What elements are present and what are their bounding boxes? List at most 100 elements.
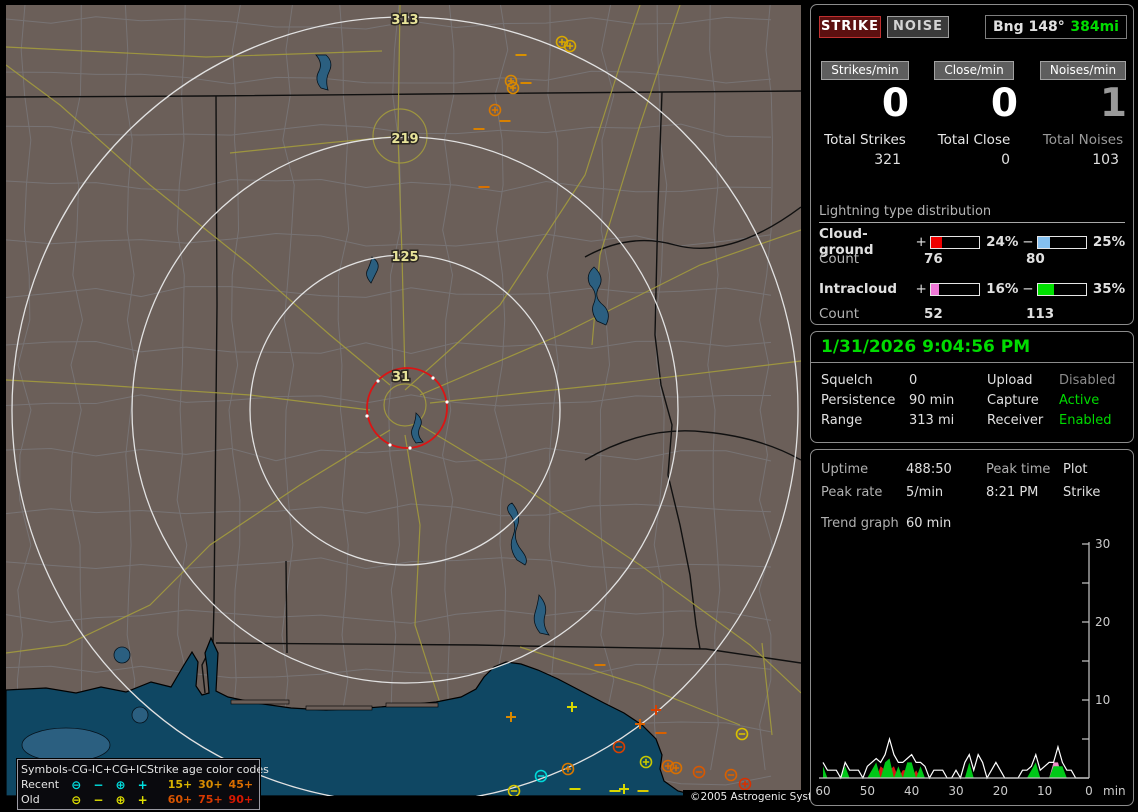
total-strikes-value: 321 (874, 152, 901, 168)
legend-row-old-label: Old (21, 793, 40, 806)
age-75: 75+ (198, 793, 223, 806)
svg-text:10: 10 (1095, 693, 1110, 707)
age-60: 60+ (167, 793, 193, 806)
svg-text:20: 20 (1095, 615, 1110, 629)
noises-per-min-counter: Noises/min 1 Total Noises 103 (1037, 61, 1129, 179)
ic-plus-count: 52 (924, 306, 943, 322)
svg-text:31: 31 (392, 370, 410, 385)
svg-text:50: 50 (860, 784, 875, 798)
plot-label: Plot (1063, 462, 1088, 477)
strikes-per-min-counter: Strikes/min 0 Total Strikes 321 (819, 61, 911, 179)
legend-col-ncg: -CG (67, 763, 88, 776)
legend-col-pcg: +CG (102, 763, 129, 776)
svg-text:60: 60 (815, 784, 830, 798)
svg-text:30: 30 (948, 784, 963, 798)
total-noises-value: 103 (1092, 152, 1119, 168)
upload-status: Disabled (1059, 373, 1116, 388)
datetime-display: 1/31/2026 9:04:56 PM (821, 337, 1031, 357)
total-strikes-label: Total Strikes (824, 132, 906, 148)
svg-text:30: 30 (1095, 538, 1110, 551)
symbol-legend: Symbols -CG -IC +CG +IC Strike age color… (16, 758, 269, 811)
trend-graph-label: Trend graph (821, 516, 899, 531)
legend-symbols-header: Symbols (21, 763, 68, 776)
uptime-value: 488:50 (906, 462, 952, 477)
svg-text:219: 219 (391, 132, 418, 147)
cloud-ground-count-row: Count 76 80 (819, 251, 1128, 267)
lightning-map[interactable]: 313 219 125 31 Symbols -CG -IC +CG +IC Stri… (6, 5, 842, 811)
total-noises-label: Total Noises (1042, 132, 1124, 148)
distribution-header: Lightning type distribution (819, 204, 1125, 223)
total-close-value: 0 (1001, 152, 1010, 168)
capture-label: Capture (987, 393, 1039, 408)
ic-minus-percent: 35% (1092, 281, 1126, 297)
cg-plus-count: 76 (924, 251, 943, 267)
intracloud-label: Intracloud (819, 281, 898, 297)
intracloud-count-row: Count 52 113 (819, 306, 1128, 322)
circle-plus-icon: ⊕ (115, 792, 126, 807)
squelch-label: Squelch (821, 373, 873, 388)
circle-minus-icon: ⊖ (71, 792, 82, 807)
svg-text:125: 125 (391, 250, 418, 265)
cg-plus-percent: 24% (986, 234, 1019, 250)
receiver-status: Enabled (1059, 413, 1112, 428)
trend-panel: Uptime 488:50 Peak time Plot Peak rate 5… (810, 449, 1134, 806)
uptime-label: Uptime (821, 462, 869, 477)
close-per-min-value: 0 (990, 81, 1018, 126)
noises-per-min-value: 1 (1099, 81, 1127, 126)
minus-sign: − (1022, 281, 1034, 297)
capture-status: Active (1059, 393, 1100, 408)
close-per-min-counter: Close/min 0 Total Close 0 (928, 61, 1020, 179)
ic-minus-count: 113 (1026, 306, 1055, 322)
bearing-readout: Bng 148° 384mi (985, 15, 1127, 39)
minus-icon: − (93, 792, 104, 807)
plus-icon: + (137, 777, 148, 792)
cg-minus-percent: 25% (1092, 234, 1126, 250)
peak-rate-label: Peak rate (821, 485, 883, 500)
svg-text:40: 40 (904, 784, 919, 798)
strikes-per-min-value: 0 (881, 81, 909, 126)
strike-mode-button[interactable]: STRIKE (819, 16, 881, 38)
bearing-distance: 384mi (1070, 19, 1119, 35)
cg-minus-bar (1036, 235, 1087, 249)
intracloud-row: Intracloud + 16% − 35% (819, 281, 1129, 297)
close-per-min-label[interactable]: Close/min (934, 61, 1014, 80)
total-close-label: Total Close (937, 132, 1011, 148)
svg-text:20: 20 (993, 784, 1008, 798)
ic-minus-bar (1036, 282, 1087, 296)
strike-stats-panel: STRIKE NOISE Bng 148° 384mi Strikes/min … (810, 4, 1134, 325)
plus-icon: + (137, 792, 148, 807)
status-panel: 1/31/2026 9:04:56 PM Squelch 0 Upload Di… (810, 331, 1134, 443)
cg-plus-bar (929, 235, 981, 249)
upload-label: Upload (987, 373, 1033, 388)
legend-col-nic: -IC (87, 763, 103, 776)
count-label: Count (819, 251, 860, 267)
cg-minus-count: 80 (1026, 251, 1045, 267)
persistence-value: 90 min (909, 393, 955, 408)
noise-mode-button[interactable]: NOISE (887, 16, 949, 38)
noises-per-min-label[interactable]: Noises/min (1039, 61, 1127, 80)
trend-graph-chart: 10 20 30 60 50 40 30 20 10 0 min (815, 538, 1125, 798)
ic-plus-bar (929, 282, 981, 296)
peak-time-label: Peak time (986, 462, 1051, 477)
peak-rate-value: 5/min (906, 485, 944, 500)
svg-text:0: 0 (1085, 784, 1093, 798)
nexstorm-window: 313 219 125 31 Symbols -CG -IC +CG +IC Stri… (0, 0, 1138, 812)
circle-plus-icon: ⊕ (115, 777, 126, 792)
receiver-label: Receiver (987, 413, 1044, 428)
bearing-label: Bng 148° (993, 19, 1065, 35)
minus-icon: − (93, 777, 104, 792)
trend-graph-value: 60 min (906, 516, 952, 531)
divider (811, 362, 1133, 363)
peak-time-value: 8:21 PM (986, 485, 1039, 500)
squelch-value: 0 (909, 373, 918, 388)
circle-minus-icon: ⊖ (71, 777, 82, 792)
age-45: 45+ (228, 778, 254, 791)
plus-sign: + (915, 234, 927, 250)
range-label: Range (821, 413, 863, 428)
legend-col-pic: +IC (126, 763, 147, 776)
legend-age-header: Strike age color codes (146, 763, 269, 776)
age-30: 30+ (198, 778, 223, 791)
svg-text:10: 10 (1037, 784, 1052, 798)
count-label: Count (819, 306, 860, 322)
strikes-per-min-label[interactable]: Strikes/min (821, 61, 909, 80)
